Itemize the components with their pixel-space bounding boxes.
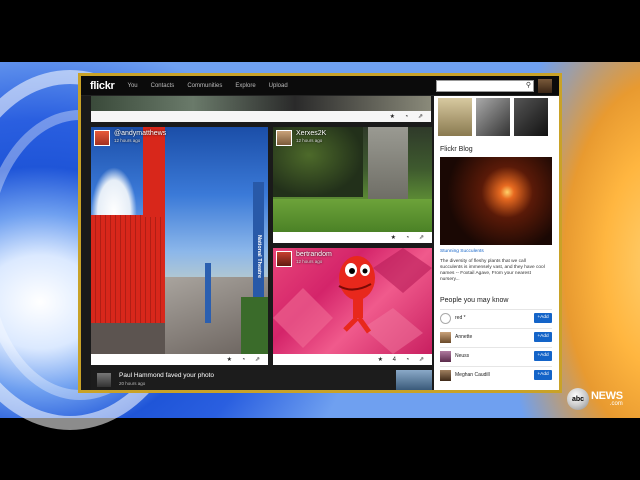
timestamp: 12 hours ago: [296, 138, 323, 143]
search-icon[interactable]: ⚲: [526, 81, 531, 89]
add-contact-button[interactable]: +Add: [534, 332, 552, 342]
activity-item[interactable]: Paul Hammond faved your photo 20 hours a…: [91, 370, 432, 390]
flickr-logo[interactable]: flickr: [90, 80, 115, 92]
avatar[interactable]: [538, 79, 552, 93]
sidebar-thumbnail[interactable]: [514, 98, 548, 136]
blog-post-title[interactable]: Stunning Succulents: [440, 249, 484, 255]
timestamp: 20 hours ago: [119, 381, 146, 386]
nav-upload[interactable]: Upload: [269, 83, 288, 89]
nav-explore[interactable]: Explore: [235, 83, 255, 89]
pymk-row: Neuss +Add: [440, 347, 552, 364]
news-wordmark: NEWS: [591, 390, 623, 402]
avatar[interactable]: [276, 251, 292, 267]
card-header: Xerxes2K 12 hours ago: [276, 130, 326, 146]
avatar[interactable]: [440, 370, 451, 381]
photo-card-andymatthews[interactable]: National Theatre @andymatthews 12 hours …: [91, 127, 268, 365]
person-name[interactable]: Neuss: [455, 353, 469, 359]
sidebar-thumbnail[interactable]: [438, 98, 472, 136]
sidebar-thumbnail[interactable]: [476, 98, 510, 136]
avatar[interactable]: [440, 351, 451, 362]
pymk-heading: People you may know: [440, 297, 509, 304]
nav-communities[interactable]: Communities: [187, 83, 222, 89]
banner-pole: [205, 263, 211, 323]
avatar[interactable]: [97, 373, 111, 387]
photo-actions: ★ ◔ ⇗: [91, 111, 431, 122]
person-name[interactable]: red *: [455, 315, 466, 321]
abc-logo: abc: [567, 388, 589, 410]
activity-text[interactable]: Paul Hammond faved your photo: [119, 372, 214, 379]
photo-actions: ★ ◔ ⇗: [273, 232, 432, 243]
lawn: [273, 199, 432, 232]
activity-thumbnail[interactable]: [396, 370, 432, 390]
add-contact-button[interactable]: +Add: [534, 313, 552, 323]
fave-comment-share-icon[interactable]: ★ 4 ◔ ⇗: [378, 356, 428, 363]
pymk-row: red * +Add: [440, 309, 552, 326]
username[interactable]: @andymatthews: [114, 130, 166, 138]
screen-frame: flickr You Contacts Communities Explore …: [78, 73, 562, 393]
fave-comment-share-icon[interactable]: ★ ◔ ⇗: [391, 234, 428, 241]
building: [368, 127, 408, 202]
avatar[interactable]: [94, 130, 110, 146]
timestamp: 12 hours ago: [296, 259, 323, 264]
add-contact-button[interactable]: +Add: [534, 370, 552, 380]
photo-card-bertrandom[interactable]: bertrandom 12 hours ago ★ 4 ◔ ⇗: [273, 248, 432, 365]
blog-heading[interactable]: Flickr Blog: [440, 146, 473, 153]
fave-comment-share-icon[interactable]: ★ ◔ ⇗: [390, 113, 427, 120]
blog-image[interactable]: [440, 157, 552, 245]
photo[interactable]: [91, 96, 431, 111]
card-header: bertrandom 12 hours ago: [276, 251, 332, 267]
avatar[interactable]: [440, 332, 451, 343]
pymk-row: Annette +Add: [440, 328, 552, 345]
nav-contacts[interactable]: Contacts: [151, 83, 175, 89]
person-name[interactable]: Annette: [455, 334, 472, 340]
username[interactable]: Xerxes2K: [296, 130, 326, 138]
photo-actions: ★ 4 ◔ ⇗: [273, 354, 432, 365]
photo-actions: ★ ◔ ⇗: [91, 354, 268, 365]
nav-you[interactable]: You: [128, 83, 138, 89]
timestamp: 12 hours ago: [114, 138, 141, 143]
search-input[interactable]: ⚲: [436, 80, 534, 92]
main-content: ★ ◔ ⇗ National Theatre @andymatthews 12 …: [81, 96, 559, 390]
fave-comment-share-icon[interactable]: ★ ◔ ⇗: [227, 356, 264, 363]
person-name[interactable]: Meghan Caudill: [455, 372, 490, 378]
photo-card-previous[interactable]: ★ ◔ ⇗: [91, 96, 431, 122]
tree: [241, 297, 268, 354]
card-header: @andymatthews 12 hours ago: [94, 130, 166, 146]
avatar[interactable]: [440, 313, 451, 324]
photo[interactable]: National Theatre: [91, 127, 268, 354]
pymk-row: Meghan Caudill +Add: [440, 366, 552, 383]
username[interactable]: bertrandom: [296, 251, 332, 259]
top-navigation-bar: flickr You Contacts Communities Explore …: [81, 76, 559, 96]
blog-post-text: nursery...: [440, 277, 460, 282]
abc-news-watermark: abc NEWS .com: [567, 388, 623, 410]
photo-card-xerxes2k[interactable]: Xerxes2K 12 hours ago ★ ◔ ⇗: [273, 127, 432, 243]
add-contact-button[interactable]: +Add: [534, 351, 552, 361]
sidebar: Flickr Blog Stunning Succulents The dive…: [434, 96, 559, 390]
avatar[interactable]: [276, 130, 292, 146]
broadcast-frame: flickr You Contacts Communities Explore …: [0, 0, 640, 480]
